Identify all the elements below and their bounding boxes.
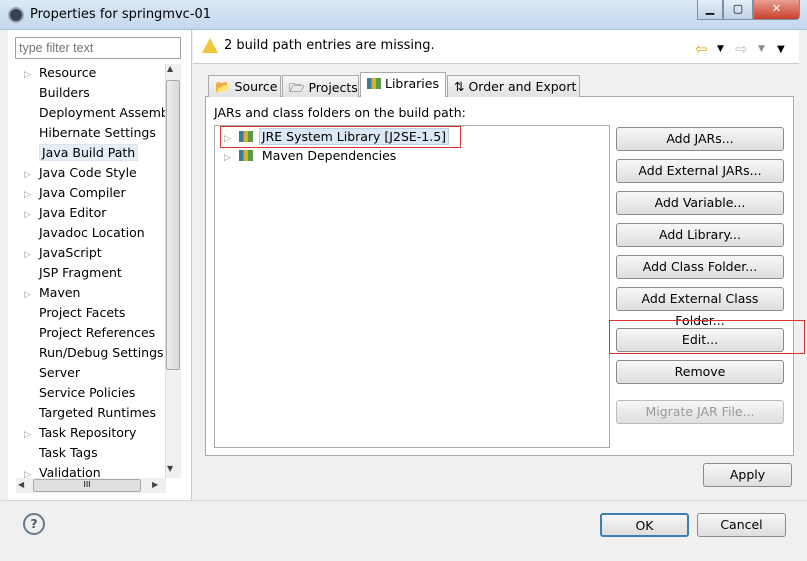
tab-projects[interactable]: 🗁 Projects: [282, 75, 359, 97]
hscroll-thumb[interactable]: III: [33, 479, 141, 492]
highlight-box: [220, 126, 461, 148]
tab-label: Order and Export: [468, 79, 577, 94]
tab-order-export[interactable]: ⇅ Order and Export: [447, 75, 580, 97]
expand-icon[interactable]: ▷: [16, 205, 39, 223]
add-library-button[interactable]: Add Library...: [616, 223, 784, 247]
expand-icon[interactable]: ▷: [16, 65, 39, 83]
apply-button[interactable]: Apply: [703, 463, 792, 487]
cancel-button[interactable]: Cancel: [697, 513, 786, 537]
panel-label: JARs and class folders on the build path…: [214, 105, 466, 120]
scroll-left-icon[interactable]: ◀: [18, 480, 24, 489]
tree-item[interactable]: ▷ Java Editor: [16, 203, 166, 223]
tab-label: Libraries: [385, 76, 439, 91]
divider: [0, 500, 807, 501]
tab-label: Source: [234, 79, 278, 94]
tree-item-label: Server: [39, 365, 80, 380]
tree-item-label: Project References: [39, 325, 156, 340]
eclipse-icon: [8, 7, 24, 23]
library-icon: [238, 150, 253, 161]
view-menu-icon[interactable]: ▼: [777, 44, 785, 55]
filter-input[interactable]: [15, 37, 181, 59]
tab-label: Projects: [308, 80, 358, 95]
expand-icon[interactable]: ▷: [16, 245, 39, 263]
maximize-button[interactable]: ▢: [723, 0, 753, 20]
tree-item[interactable]: Project Facets: [16, 303, 166, 323]
remove-button[interactable]: Remove: [616, 360, 784, 384]
tree-item-label: Resource: [39, 65, 97, 80]
tree-item-label: Task Repository: [39, 425, 137, 440]
tree-item[interactable]: Builders: [16, 83, 166, 103]
tree-item-label: Builders: [39, 85, 90, 100]
tree-item-label: Maven: [39, 285, 81, 300]
highlight-box: [609, 320, 805, 354]
forward-arrow-icon[interactable]: ⇨: [735, 40, 748, 58]
close-button[interactable]: ✕: [753, 0, 800, 20]
tab-libraries[interactable]: Libraries: [360, 72, 446, 97]
tree-item[interactable]: JSP Fragment: [16, 263, 166, 283]
expand-icon[interactable]: ▷: [16, 285, 39, 303]
list-item-label: Maven Dependencies: [261, 148, 397, 163]
scroll-thumb[interactable]: [166, 80, 180, 370]
tree-item[interactable]: Hibernate Settings: [16, 123, 166, 143]
tree-item[interactable]: ▷ Java Compiler: [16, 183, 166, 203]
add-external-jars-button[interactable]: Add External JARs...: [616, 159, 784, 183]
add-variable-button[interactable]: Add Variable...: [616, 191, 784, 215]
add-external-class-folder-button[interactable]: Add External Class Folder...: [616, 287, 784, 328]
tree-item[interactable]: Run/Debug Settings: [16, 343, 166, 363]
build-path-list[interactable]: [214, 125, 610, 448]
tree-item-label: Java Code Style: [39, 165, 137, 180]
warning-icon: [202, 38, 218, 53]
tree-item[interactable]: Project References: [16, 323, 166, 343]
tree-item[interactable]: ▷ Maven: [16, 283, 166, 303]
tree-item-label: Task Tags: [39, 445, 98, 460]
tree-item-label: Java Editor: [39, 205, 107, 220]
back-arrow-icon[interactable]: ⇦: [695, 40, 708, 58]
help-icon[interactable]: ?: [23, 513, 45, 535]
migrate-jar-button[interactable]: Migrate JAR File...: [616, 400, 784, 424]
forward-menu-icon[interactable]: ▼: [758, 44, 765, 54]
ok-button[interactable]: OK: [600, 513, 689, 537]
tree-item-label: Java Compiler: [39, 185, 126, 200]
tree-item[interactable]: Javadoc Location: [16, 223, 166, 243]
tree-item-label: Project Facets: [39, 305, 126, 320]
tree-item-label: Javadoc Location: [39, 225, 145, 240]
tree-item-label: Deployment Assembly: [39, 105, 166, 120]
expand-icon[interactable]: ▷: [16, 165, 39, 183]
tree-item-label: Service Policies: [39, 385, 136, 400]
tree-item[interactable]: Server: [16, 363, 166, 383]
tree-item[interactable]: Task Tags: [16, 443, 166, 463]
tree-item[interactable]: Targeted Runtimes: [16, 403, 166, 423]
scroll-down-icon[interactable]: ▼: [167, 464, 173, 473]
window-title: Properties for springmvc-01: [30, 7, 212, 22]
scroll-up-icon[interactable]: ▲: [167, 64, 173, 73]
tree-item[interactable]: ▷ JavaScript: [16, 243, 166, 263]
warning-message: 2 build path entries are missing.: [224, 38, 435, 53]
tree-item[interactable]: Java Build Path: [16, 143, 166, 163]
tree-item[interactable]: ▷ Resource: [16, 63, 166, 83]
add-class-folder-button[interactable]: Add Class Folder...: [616, 255, 784, 279]
back-menu-icon[interactable]: ▼: [717, 44, 724, 54]
add-jars-button[interactable]: Add JARs...: [616, 127, 784, 151]
tree-item[interactable]: Deployment Assembly: [16, 103, 166, 123]
tree-item-label: Targeted Runtimes: [39, 405, 156, 420]
library-icon: [367, 78, 381, 89]
minimize-button[interactable]: ▁: [697, 0, 723, 20]
tree-item[interactable]: ▷ Task Repository: [16, 423, 166, 443]
tree-item-label: JSP Fragment: [39, 265, 122, 280]
tree-item-label: Hibernate Settings: [39, 125, 156, 140]
list-item-maven[interactable]: ▷ Maven Dependencies: [224, 147, 399, 165]
tree-item-label: Java Build Path: [39, 144, 139, 161]
expand-icon[interactable]: ▷: [16, 425, 39, 443]
tree-item[interactable]: Service Policies: [16, 383, 166, 403]
expand-icon[interactable]: ▷: [224, 153, 231, 163]
tree-item-label: Run/Debug Settings: [39, 345, 164, 360]
tree-item-label: JavaScript: [39, 245, 102, 260]
expand-icon[interactable]: ▷: [16, 185, 39, 203]
tab-source[interactable]: 📂 Source: [208, 75, 281, 97]
tree-item[interactable]: ▷ Java Code Style: [16, 163, 166, 183]
scroll-right-icon[interactable]: ▶: [152, 480, 158, 489]
